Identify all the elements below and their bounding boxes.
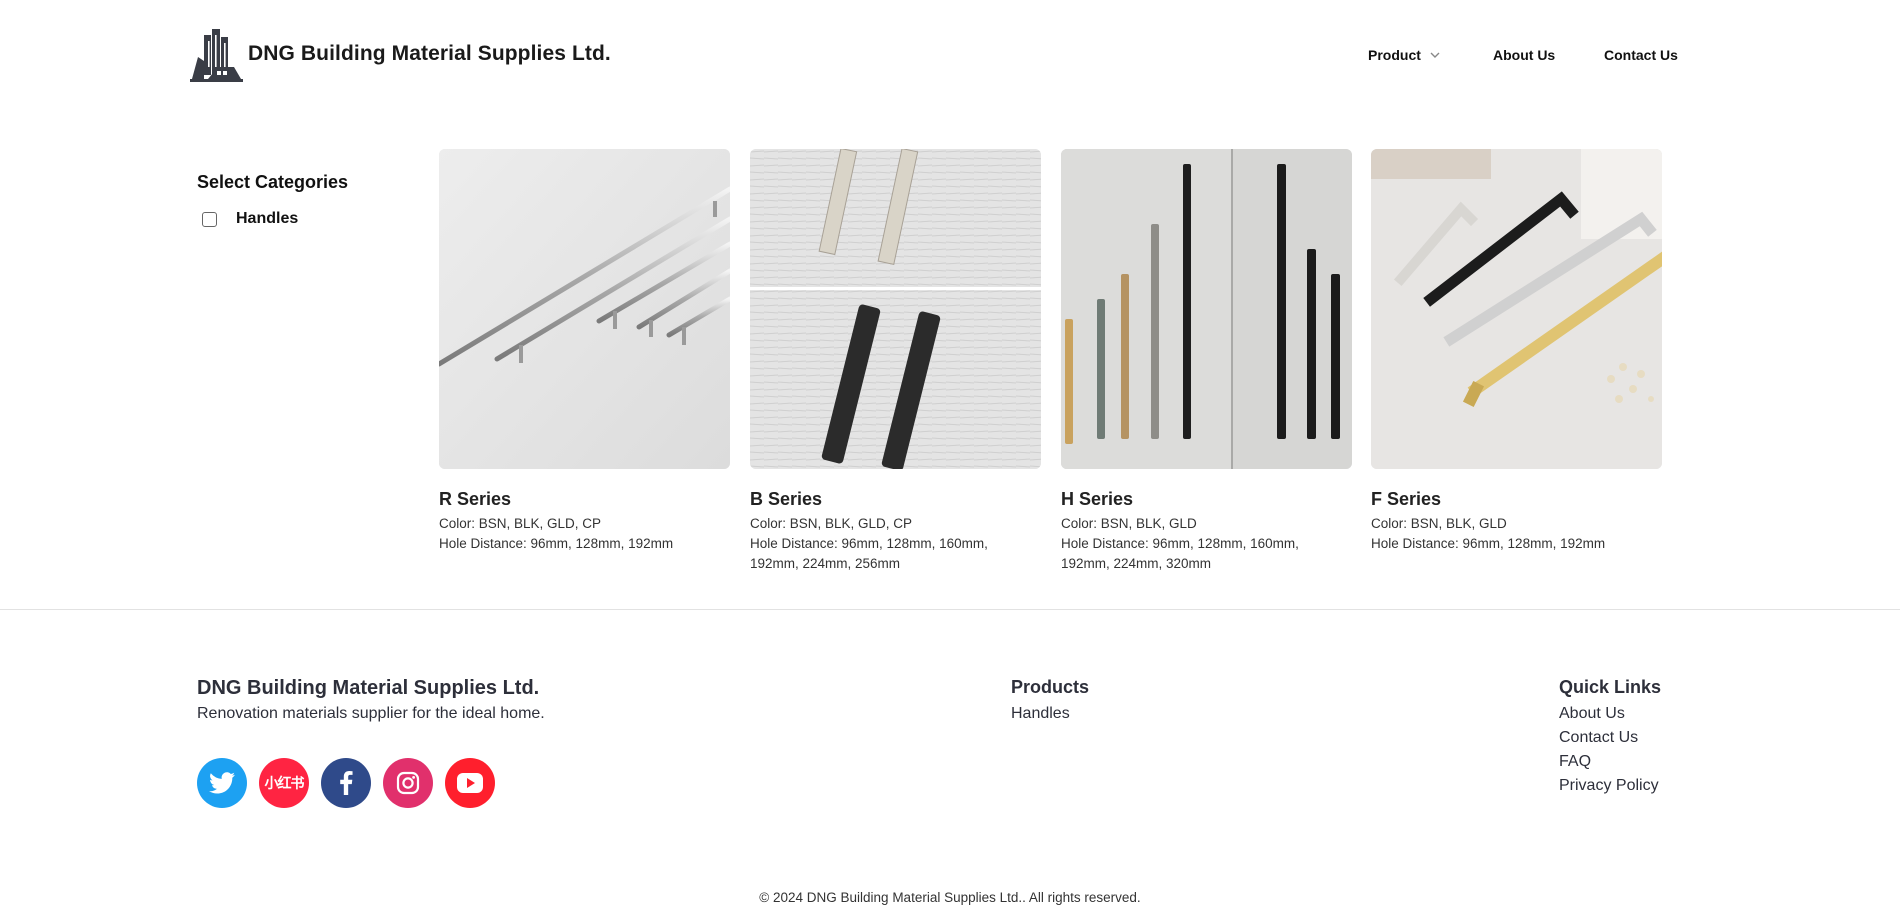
copyright: © 2024 DNG Building Material Supplies Lt…: [759, 890, 1141, 905]
nav-product[interactable]: Product: [1368, 47, 1441, 63]
product-card-r-series[interactable]: R Series Color: BSN, BLK, GLD, CP Hole D…: [439, 149, 730, 554]
product-name[interactable]: H Series: [1061, 489, 1352, 510]
product-card-b-series[interactable]: B Series Color: BSN, BLK, GLD, CP Hole D…: [750, 149, 1041, 574]
product-hole-distance-cont: 192mm, 224mm, 320mm: [1061, 556, 1212, 571]
footer-link-contact[interactable]: Contact Us: [1559, 729, 1638, 747]
product-hole-distance: Hole Distance: 96mm, 128mm, 160mm,: [750, 536, 988, 551]
building-logo-icon[interactable]: [190, 27, 243, 82]
footer-link-about[interactable]: About Us: [1559, 705, 1625, 723]
social-links: 小红书: [197, 758, 495, 808]
footer-brand: DNG Building Material Supplies Ltd.: [197, 677, 540, 699]
nav-contact[interactable]: Contact Us: [1604, 47, 1678, 63]
handles-checkbox[interactable]: [202, 211, 217, 227]
product-colors: Color: BSN, BLK, GLD: [1061, 516, 1197, 531]
twitter-icon[interactable]: [197, 758, 247, 808]
product-name[interactable]: R Series: [439, 489, 730, 510]
brand-name[interactable]: DNG Building Material Supplies Ltd.: [248, 42, 611, 66]
product-image[interactable]: [1371, 149, 1662, 469]
category-filter-handles[interactable]: Handles: [202, 210, 298, 228]
site-header: DNG Building Material Supplies Ltd. Prod…: [0, 0, 1900, 110]
product-hole-distance: Hole Distance: 96mm, 128mm, 160mm,: [1061, 536, 1299, 551]
footer-link-faq[interactable]: FAQ: [1559, 753, 1591, 771]
nav-product-label: Product: [1368, 47, 1421, 63]
footer-link-privacy[interactable]: Privacy Policy: [1559, 777, 1659, 795]
product-image[interactable]: [1061, 149, 1352, 469]
xiaohongshu-icon[interactable]: 小红书: [259, 758, 309, 808]
product-name[interactable]: B Series: [750, 489, 1041, 510]
product-card-h-series[interactable]: H Series Color: BSN, BLK, GLD Hole Dista…: [1061, 149, 1352, 574]
product-colors: Color: BSN, BLK, GLD, CP: [439, 516, 602, 531]
product-hole-distance: Hole Distance: 96mm, 128mm, 192mm: [1371, 536, 1606, 551]
instagram-icon[interactable]: [383, 758, 433, 808]
product-image[interactable]: [439, 149, 730, 469]
categories-title: Select Categories: [197, 172, 349, 192]
youtube-icon[interactable]: [445, 758, 495, 808]
chevron-down-icon: [1430, 52, 1440, 58]
xiaohongshu-label: 小红书: [264, 775, 305, 791]
product-hole-distance-cont: 192mm, 224mm, 256mm: [750, 556, 901, 571]
category-label[interactable]: Handles: [236, 210, 298, 228]
facebook-icon[interactable]: [321, 758, 371, 808]
product-hole-distance: Hole Distance: 96mm, 128mm, 192mm: [439, 536, 674, 551]
footer-link-handles[interactable]: Handles: [1011, 705, 1070, 723]
footer-products-title: Products: [1011, 677, 1090, 697]
footer-quick-links-title: Quick Links: [1559, 677, 1662, 697]
product-card-f-series[interactable]: F Series Color: BSN, BLK, GLD Hole Dista…: [1371, 149, 1662, 554]
product-colors: Color: BSN, BLK, GLD: [1371, 516, 1507, 531]
product-colors: Color: BSN, BLK, GLD, CP: [750, 516, 913, 531]
nav-about[interactable]: About Us: [1493, 47, 1555, 63]
product-name[interactable]: F Series: [1371, 489, 1662, 510]
product-image[interactable]: [750, 149, 1041, 469]
footer-tagline: Renovation materials supplier for the id…: [197, 705, 545, 722]
footer-divider: [0, 609, 1900, 610]
